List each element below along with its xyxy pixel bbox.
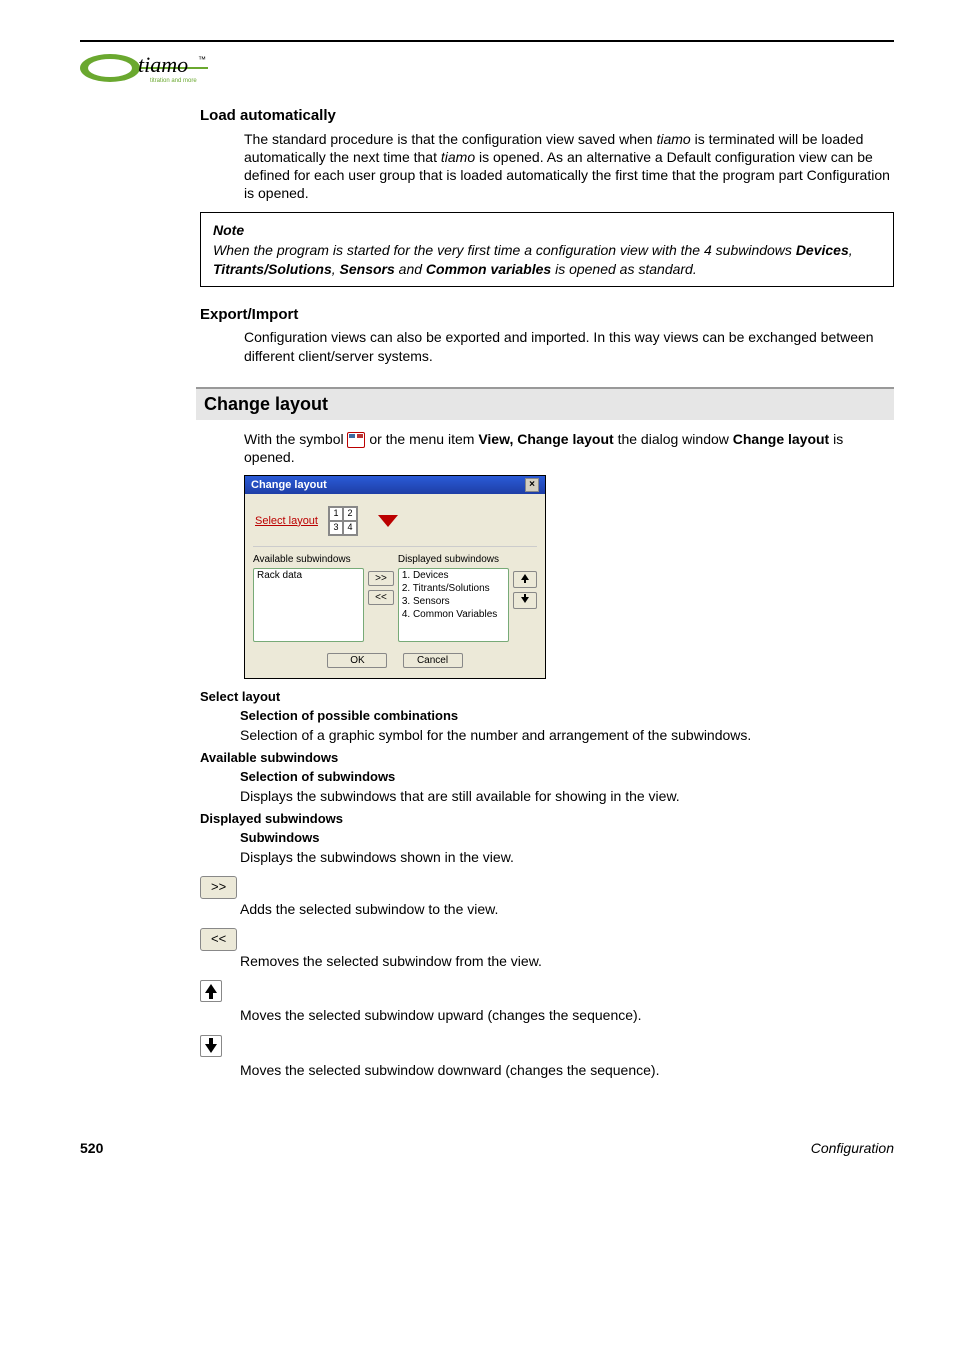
select-layout-row: Select layout 1 2 3 4 — [253, 500, 537, 547]
logo: tiamo ™ titration and more — [80, 48, 894, 88]
available-header: Available subwindows — [253, 553, 364, 566]
remove-button-sample: << — [200, 928, 237, 951]
desc-up-icon — [200, 980, 894, 1005]
dialog-title-text: Change layout — [251, 478, 327, 492]
arrow-down-icon — [200, 1035, 222, 1057]
desc-select-layout-h: Select layout — [200, 689, 894, 706]
displayed-subwindows-list[interactable]: 1. Devices 2. Titrants/Solutions 3. Sens… — [398, 568, 509, 642]
desc-add-icon: >> — [200, 876, 894, 899]
heading-load-automatically: Load automatically — [200, 106, 894, 126]
add-button-sample: >> — [200, 876, 237, 899]
svg-text:titration and more: titration and more — [150, 78, 197, 84]
list-item[interactable]: 4. Common Variables — [400, 609, 507, 622]
heading-change-layout: Change layout — [196, 387, 894, 420]
available-subwindows-list[interactable]: Rack data — [253, 568, 364, 642]
desc-down-icon — [200, 1035, 894, 1060]
desc-select-layout-sub: Selection of possible combinations — [240, 708, 894, 725]
desc-available-h: Available subwindows — [200, 750, 894, 767]
desc-available-sub: Selection of subwindows — [240, 769, 894, 786]
paragraph-change: With the symbol or the menu item View, C… — [244, 430, 894, 466]
layout-dropdown-icon[interactable] — [378, 515, 398, 527]
desc-select-layout-p: Selection of a graphic symbol for the nu… — [240, 726, 894, 744]
displayed-subwindows-col: Displayed subwindows 1. Devices 2. Titra… — [398, 553, 509, 643]
change-layout-dialog: Change layout × Select layout 1 2 3 4 Av… — [244, 475, 546, 680]
list-item[interactable]: 1. Devices — [400, 570, 507, 583]
descriptions: Select layout Selection of possible comb… — [200, 689, 894, 1079]
move-up-button[interactable] — [513, 571, 537, 588]
cancel-button[interactable]: Cancel — [403, 653, 463, 668]
note-body: When the program is started for the very… — [213, 241, 881, 277]
svg-text:™: ™ — [198, 55, 206, 64]
svg-text:tiamo: tiamo — [138, 52, 188, 77]
heading-export-import: Export/Import — [200, 305, 894, 325]
displayed-header: Displayed subwindows — [398, 553, 509, 566]
list-item[interactable]: 2. Titrants/Solutions — [400, 583, 507, 596]
close-icon[interactable]: × — [525, 478, 539, 492]
desc-displayed-sub: Subwindows — [240, 830, 894, 847]
paragraph-export: Configuration views can also be exported… — [244, 328, 894, 364]
footer: 520 Configuration — [80, 1139, 894, 1157]
desc-up-p: Moves the selected subwindow upward (cha… — [240, 1006, 894, 1024]
list-item[interactable]: Rack data — [255, 570, 362, 583]
desc-displayed-h: Displayed subwindows — [200, 811, 894, 828]
top-rule — [80, 40, 894, 42]
select-layout-label[interactable]: Select layout — [255, 514, 318, 528]
desc-remove-p: Removes the selected subwindow from the … — [240, 952, 894, 970]
desc-displayed-p: Displays the subwindows shown in the vie… — [240, 848, 894, 866]
remove-button[interactable]: << — [368, 590, 394, 605]
add-button[interactable]: >> — [368, 571, 394, 586]
note-box: Note When the program is started for the… — [200, 212, 894, 287]
change-layout-icon — [347, 432, 365, 448]
move-down-button[interactable] — [513, 592, 537, 609]
desc-down-p: Moves the selected subwindow downward (c… — [240, 1061, 894, 1079]
dialog-titlebar: Change layout × — [245, 476, 545, 494]
desc-available-p: Displays the subwindows that are still a… — [240, 787, 894, 805]
ok-button[interactable]: OK — [327, 653, 387, 668]
page-number: 520 — [80, 1139, 103, 1157]
note-title: Note — [213, 221, 881, 239]
desc-remove-icon: << — [200, 928, 894, 951]
content-area: Load automatically The standard procedur… — [200, 106, 894, 1079]
logo-graphic: tiamo ™ titration and more — [80, 48, 210, 88]
arrow-up-icon — [200, 980, 222, 1002]
paragraph-load: The standard procedure is that the confi… — [244, 130, 894, 203]
footer-section: Configuration — [811, 1139, 894, 1157]
available-subwindows-col: Available subwindows Rack data — [253, 553, 364, 643]
layout-grid-icon[interactable]: 1 2 3 4 — [328, 506, 358, 536]
desc-add-p: Adds the selected subwindow to the view. — [240, 900, 894, 918]
list-item[interactable]: 3. Sensors — [400, 596, 507, 609]
